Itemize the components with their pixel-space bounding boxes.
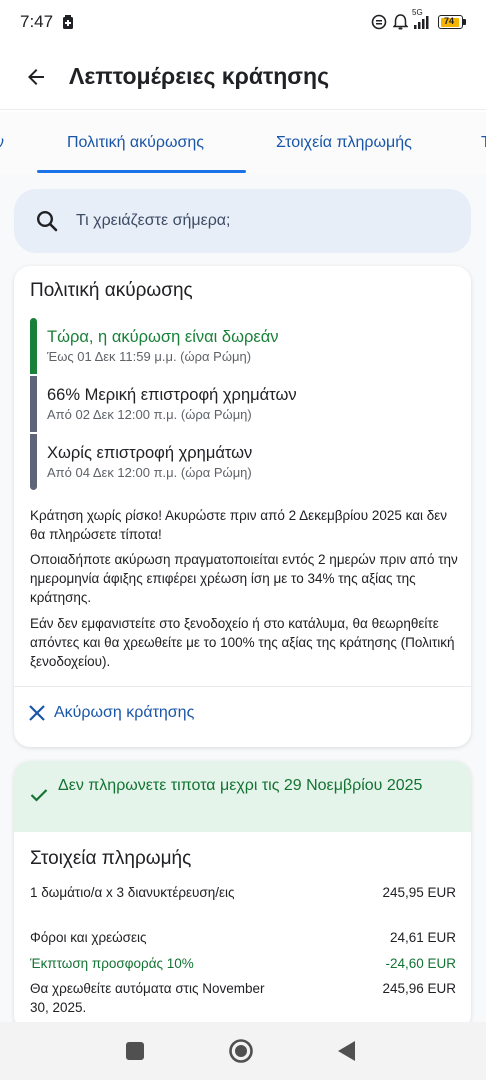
payment-details-card: Δεν πληρωνετε τιποτα μεχρι τις 29 Νοεμβρ… — [14, 761, 471, 1031]
payment-row-value: 24,61 EUR — [389, 930, 456, 945]
signal-icon: 5G — [412, 8, 432, 29]
timeline-free-cancellation: Τώρα, η ακύρωση είναι δωρεάν Έως 01 Δεκ … — [30, 318, 450, 374]
data-saver-icon — [371, 14, 387, 30]
cancellation-policy-card: Πολιτική ακύρωσης Τώρα, η ακύρωση είναι … — [14, 266, 471, 747]
home-button[interactable] — [227, 1037, 255, 1065]
back-nav-button[interactable] — [333, 1037, 361, 1065]
tab-cancellation-policy[interactable]: Πολιτική ακύρωσης — [67, 112, 204, 174]
policy-paragraph-risk-free: Κράτηση χωρίς ρίσκο! Ακυρώστε πριν από 2… — [30, 508, 448, 542]
tab-partial-right[interactable]: Τ — [481, 112, 486, 174]
arrow-back-icon — [24, 65, 48, 89]
back-button[interactable] — [20, 61, 52, 93]
timeline-title: Τώρα, η ακύρωση είναι δωρεάν — [47, 328, 279, 346]
recents-button[interactable] — [121, 1037, 149, 1065]
timeline-subtitle: Από 02 Δεκ 12:00 π.μ. (ώρα Ρώμη) — [47, 407, 252, 422]
timeline-bar-gray — [30, 376, 37, 432]
timeline-subtitle: Έως 01 Δεκ 11:59 μ.μ. (ώρα Ρώμη) — [47, 349, 252, 364]
check-icon — [30, 788, 48, 802]
timeline-title: 66% Μερική επιστροφή χρημάτων — [47, 386, 297, 404]
cancel-booking-button[interactable]: Ακύρωση κράτησης — [28, 704, 194, 722]
policy-paragraph-no-show: Εάν δεν εμφανιστείτε στο ξενοδοχείο ή στ… — [30, 616, 455, 669]
policy-card-title: Πολιτική ακύρωσης — [30, 280, 193, 301]
close-icon — [28, 704, 46, 722]
timeline-partial-refund: 66% Μερική επιστροφή χρημάτων Από 02 Δεκ… — [30, 376, 450, 432]
status-time: 7:47 — [20, 12, 54, 31]
tab-partial-left[interactable]: ν — [0, 112, 4, 174]
tab-payment-details[interactable]: Στοιχεία πληρωμής — [276, 112, 412, 174]
cancel-booking-label: Ακύρωση κράτησης — [54, 704, 195, 721]
active-tab-indicator — [37, 170, 246, 173]
payment-banner: Δεν πληρωνετε τιποτα μεχρι τις 29 Νοεμβρ… — [14, 761, 471, 832]
policy-paragraph-late-cancel: Οποιαδήποτε ακύρωση πραγματοποιείται εντ… — [30, 552, 458, 605]
payment-row-value: 245,96 EUR — [382, 981, 456, 996]
timeline-subtitle: Από 04 Δεκ 12:00 π.μ. (ώρα Ρώμη) — [47, 465, 252, 480]
search-bar[interactable]: Τι χρειάζεστε σήμερα; — [14, 189, 471, 253]
payment-row-value: -24,60 EUR — [385, 956, 456, 971]
timeline-title: Χωρίς επιστροφή χρημάτων — [47, 444, 253, 462]
payment-row-label: Θα χρεωθείτε αυτόματα στις November 30, … — [30, 981, 265, 1015]
search-placeholder: Τι χρειάζεστε σήμερα; — [76, 212, 231, 229]
battery-level: 74 — [444, 16, 455, 26]
recents-square-icon — [126, 1042, 144, 1060]
search-icon — [36, 210, 58, 232]
payment-row-value: 245,95 EUR — [382, 885, 456, 900]
battery-saver-icon — [63, 15, 74, 29]
system-nav-bar — [0, 1022, 486, 1080]
home-circle-icon — [228, 1038, 254, 1064]
payment-row-label: 1 δωμάτιο/α x 3 διανυκτέρευση/εις — [30, 885, 235, 900]
back-triangle-icon — [338, 1041, 356, 1061]
payment-row-label: Έκπτωση προσφοράς 10% — [30, 956, 194, 971]
timeline-no-refund: Χωρίς επιστροφή χρημάτων Από 04 Δεκ 12:0… — [30, 434, 450, 490]
alarm-icon — [393, 14, 408, 30]
payment-row-label: Φόροι και χρεώσεις — [30, 930, 147, 945]
payment-row-rooms: 1 δωμάτιο/α x 3 διανυκτέρευση/εις 245,95… — [30, 883, 456, 923]
app-bar: Λεπτομέρειες κράτησης — [0, 44, 486, 110]
battery-icon: 74 — [438, 15, 466, 29]
payment-banner-text: Δεν πληρωνετε τιποτα μεχρι τις 29 Νοεμβρ… — [58, 777, 423, 794]
payment-card-title: Στοιχεία πληρωμής — [30, 848, 192, 869]
timeline-bar-green — [30, 318, 37, 374]
tab-bar: ν Πολιτική ακύρωσης Στοιχεία πληρωμής Τ — [0, 112, 486, 174]
network-type: 5G — [412, 8, 423, 17]
divider — [14, 686, 471, 687]
timeline-bar-gray — [30, 434, 37, 490]
page-title: Λεπτομέρειες κράτησης — [69, 63, 330, 89]
status-bar: 7:47 5G 74 — [0, 0, 486, 44]
